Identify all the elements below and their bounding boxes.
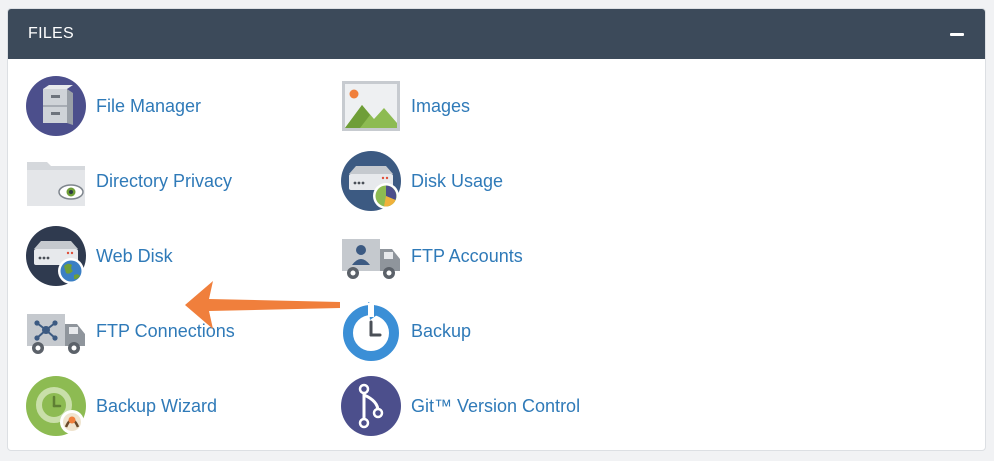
backup-clock-icon	[340, 300, 402, 362]
file-cabinet-icon	[25, 75, 87, 137]
item-label: Disk Usage	[411, 170, 504, 191]
file-manager-link[interactable]: File Manager	[25, 74, 201, 138]
item-label: Images	[411, 95, 471, 116]
item-label: Git™ Version Control	[411, 395, 581, 416]
panel-title: FILES	[28, 25, 74, 42]
files-grid: File Manager Images Directory Privacy Di…	[8, 59, 985, 450]
ftp-accounts-link[interactable]: FTP Accounts	[340, 224, 523, 288]
disk-usage-link[interactable]: Disk Usage	[340, 149, 503, 213]
item-label: Directory Privacy	[96, 170, 233, 191]
minus-icon	[950, 32, 964, 36]
collapse-button[interactable]	[949, 26, 965, 42]
disk-pie-chart-icon	[340, 150, 402, 212]
directory-privacy-link[interactable]: Directory Privacy	[25, 149, 232, 213]
disk-globe-icon	[25, 225, 87, 287]
files-panel: FILES File Manager Images Directory Priv…	[7, 8, 986, 451]
git-branch-icon	[340, 375, 402, 437]
truck-user-icon	[340, 225, 402, 287]
item-label: File Manager	[96, 95, 202, 116]
backup-wizard-link[interactable]: Backup Wizard	[25, 374, 217, 438]
item-label: Backup	[411, 320, 472, 341]
web-disk-link[interactable]: Web Disk	[25, 224, 173, 288]
image-landscape-icon	[340, 75, 402, 137]
backup-link[interactable]: Backup	[340, 299, 471, 363]
truck-network-icon	[25, 300, 87, 362]
backup-wizard-icon	[25, 375, 87, 437]
images-link[interactable]: Images	[340, 74, 470, 138]
git-version-control-link[interactable]: Git™ Version Control	[340, 374, 580, 438]
folder-eye-icon	[25, 150, 87, 212]
item-label: Backup Wizard	[96, 395, 218, 416]
item-label: FTP Accounts	[411, 245, 523, 266]
item-label: Web Disk	[96, 245, 173, 266]
annotation-arrow-icon	[185, 281, 340, 329]
panel-header: FILES	[8, 9, 985, 59]
